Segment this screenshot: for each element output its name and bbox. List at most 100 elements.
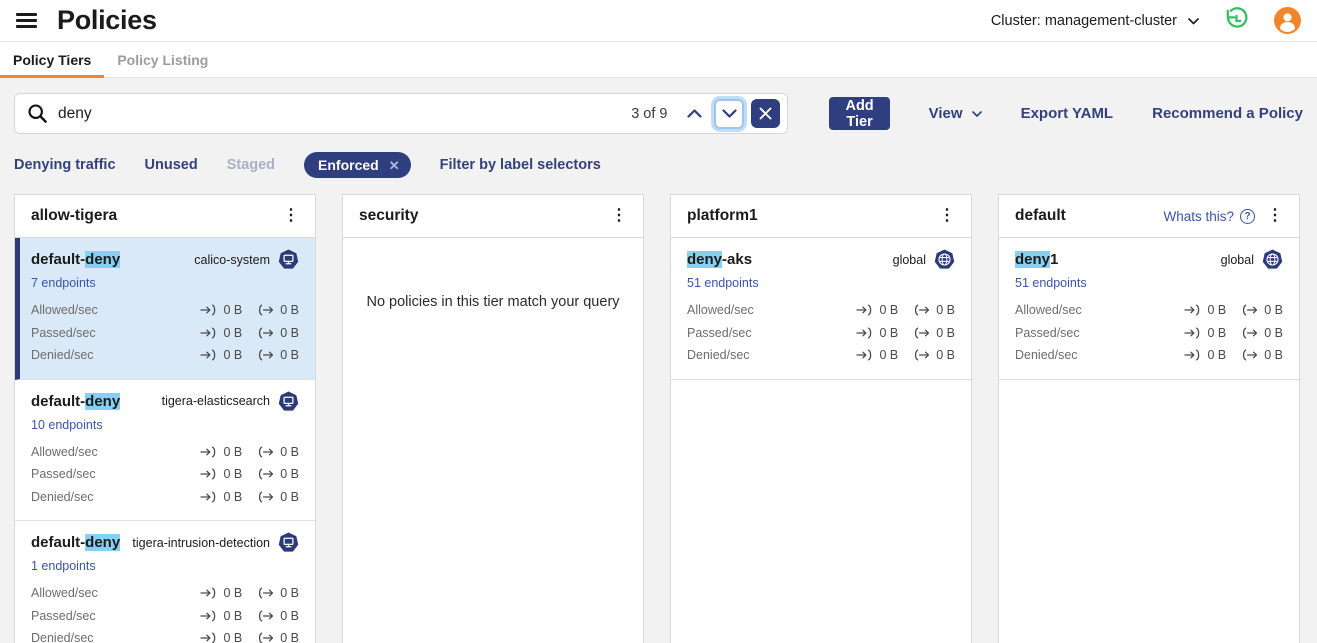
outbound-value: 0 B bbox=[1264, 348, 1283, 362]
tier-body: default-deny calico-system 7 endpoints A… bbox=[15, 238, 315, 643]
tier-menu-icon[interactable]: ⋮ bbox=[611, 208, 627, 224]
policy-name[interactable]: default-deny bbox=[31, 251, 120, 268]
top-bar: Policies Cluster: management-cluster bbox=[0, 0, 1317, 41]
inbound-traffic-icon bbox=[1184, 304, 1202, 316]
policy-card[interactable]: default-deny tigera-elasticsearch 10 end… bbox=[15, 380, 315, 522]
outbound-value: 0 B bbox=[280, 586, 299, 600]
namespace-icon bbox=[278, 532, 299, 553]
empty-tier-message: No policies in this tier match your quer… bbox=[343, 294, 643, 310]
search-box: 3 of 9 bbox=[14, 93, 788, 134]
policy-stats: Allowed/sec 0 B 0 B Passed/se bbox=[31, 582, 299, 643]
avatar[interactable] bbox=[1274, 7, 1301, 34]
stat-row: Denied/sec 0 B 0 B bbox=[1015, 344, 1283, 367]
inbound-value: 0 B bbox=[223, 326, 242, 340]
filter-unused[interactable]: Unused bbox=[145, 157, 198, 173]
filter-enforced-chip[interactable]: Enforced ✕ bbox=[304, 152, 411, 178]
filter-row: Denying traffic Unused Staged Enforced ✕… bbox=[14, 152, 1303, 178]
search-prev-button[interactable] bbox=[681, 101, 707, 127]
inbound-traffic-icon bbox=[200, 327, 218, 339]
whats-this-link[interactable]: Whats this? ? bbox=[1163, 209, 1255, 224]
search-close-button[interactable] bbox=[751, 99, 780, 128]
stat-row: Denied/sec 0 B 0 B bbox=[31, 344, 299, 367]
policy-card[interactable]: deny-aks global 51 endpoints Allowed/sec bbox=[671, 238, 971, 380]
outbound-traffic-icon bbox=[1241, 349, 1259, 361]
stat-row: Allowed/sec 0 B 0 B bbox=[687, 299, 955, 322]
view-dropdown[interactable]: View bbox=[929, 105, 982, 122]
stat-row: Denied/sec 0 B 0 B bbox=[687, 344, 955, 367]
namespace-icon bbox=[278, 391, 299, 412]
search-match-highlight: deny bbox=[85, 393, 120, 410]
tier-board: allow-tigera ⋮ default-deny calico-syste… bbox=[14, 194, 1303, 643]
policy-scope-label: global bbox=[893, 253, 926, 267]
policy-scope-label: tigera-intrusion-detection bbox=[132, 536, 270, 550]
cluster-selector[interactable]: Cluster: management-cluster bbox=[991, 13, 1199, 29]
endpoints-link[interactable]: 1 endpoints bbox=[31, 559, 96, 573]
tab-policy-listing[interactable]: Policy Listing bbox=[104, 42, 221, 77]
inbound-value: 0 B bbox=[223, 631, 242, 643]
tab-policy-tiers[interactable]: Policy Tiers bbox=[0, 42, 104, 77]
inbound-traffic-icon bbox=[856, 349, 874, 361]
inbound-traffic-icon bbox=[200, 446, 218, 458]
policy-stats: Allowed/sec 0 B 0 B Passed/se bbox=[31, 441, 299, 509]
endpoints-link[interactable]: 51 endpoints bbox=[1015, 276, 1087, 290]
outbound-traffic-icon bbox=[1241, 327, 1259, 339]
cluster-selector-label: Cluster: management-cluster bbox=[991, 13, 1177, 29]
policy-name[interactable]: default-deny bbox=[31, 393, 120, 410]
tier-menu-icon[interactable]: ⋮ bbox=[1267, 208, 1283, 224]
chevron-up-icon bbox=[687, 109, 702, 118]
endpoints-link[interactable]: 7 endpoints bbox=[31, 276, 96, 290]
tier-column-platform1: platform1 ⋮ deny-aks global bbox=[670, 194, 972, 643]
search-match-highlight: deny bbox=[1015, 251, 1050, 268]
outbound-traffic-icon bbox=[257, 491, 275, 503]
view-dropdown-label: View bbox=[929, 105, 963, 122]
endpoints-link[interactable]: 10 endpoints bbox=[31, 418, 103, 432]
stat-label: Allowed/sec bbox=[1015, 303, 1082, 317]
recommend-policy-button[interactable]: Recommend a Policy bbox=[1152, 105, 1303, 122]
inbound-value: 0 B bbox=[1207, 303, 1226, 317]
filter-denying-traffic[interactable]: Denying traffic bbox=[14, 157, 116, 173]
policy-card[interactable]: default-deny calico-system 7 endpoints A… bbox=[15, 238, 315, 380]
stat-label: Denied/sec bbox=[687, 348, 750, 362]
outbound-value: 0 B bbox=[936, 303, 955, 317]
menu-icon[interactable] bbox=[16, 13, 37, 28]
history-icon[interactable] bbox=[1223, 7, 1250, 34]
stat-row: Passed/sec 0 B 0 B bbox=[1015, 322, 1283, 345]
globe-icon bbox=[934, 249, 955, 270]
export-yaml-button[interactable]: Export YAML bbox=[1021, 105, 1114, 122]
search-result-counter: 3 of 9 bbox=[631, 106, 667, 122]
stat-label: Allowed/sec bbox=[687, 303, 754, 317]
add-tier-button[interactable]: Add Tier bbox=[829, 97, 889, 130]
tier-menu-icon[interactable]: ⋮ bbox=[939, 208, 955, 224]
search-input[interactable] bbox=[58, 105, 631, 123]
search-next-button[interactable] bbox=[714, 99, 744, 129]
chevron-down-icon bbox=[972, 111, 982, 117]
policy-name[interactable]: default-deny bbox=[31, 534, 120, 551]
stat-label: Passed/sec bbox=[687, 326, 752, 340]
tier-column-security: security ⋮ No policies in this tier matc… bbox=[342, 194, 644, 643]
search-match-highlight: deny bbox=[85, 251, 120, 268]
inbound-value: 0 B bbox=[223, 467, 242, 481]
inbound-traffic-icon bbox=[200, 632, 218, 643]
policy-name[interactable]: deny1 bbox=[1015, 251, 1058, 268]
inbound-value: 0 B bbox=[879, 348, 898, 362]
filter-label-selectors[interactable]: Filter by label selectors bbox=[440, 157, 601, 173]
endpoints-link[interactable]: 51 endpoints bbox=[687, 276, 759, 290]
chip-close-icon[interactable]: ✕ bbox=[389, 159, 400, 172]
outbound-value: 0 B bbox=[936, 326, 955, 340]
filter-staged[interactable]: Staged bbox=[227, 157, 275, 173]
inbound-value: 0 B bbox=[1207, 326, 1226, 340]
outbound-traffic-icon bbox=[257, 327, 275, 339]
inbound-value: 0 B bbox=[223, 609, 242, 623]
stat-label: Passed/sec bbox=[31, 467, 96, 481]
tier-menu-icon[interactable]: ⋮ bbox=[283, 208, 299, 224]
stat-label: Allowed/sec bbox=[31, 445, 98, 459]
stat-row: Allowed/sec 0 B 0 B bbox=[1015, 299, 1283, 322]
outbound-value: 0 B bbox=[280, 348, 299, 362]
outbound-traffic-icon bbox=[257, 349, 275, 361]
policy-card[interactable]: default-deny tigera-intrusion-detection … bbox=[15, 521, 315, 643]
policy-card[interactable]: deny1 global 51 endpoints Allowed/sec bbox=[999, 238, 1299, 380]
outbound-traffic-icon bbox=[913, 327, 931, 339]
tier-body: No policies in this tier match your quer… bbox=[343, 294, 643, 310]
stat-row: Allowed/sec 0 B 0 B bbox=[31, 299, 299, 322]
policy-name[interactable]: deny-aks bbox=[687, 251, 752, 268]
